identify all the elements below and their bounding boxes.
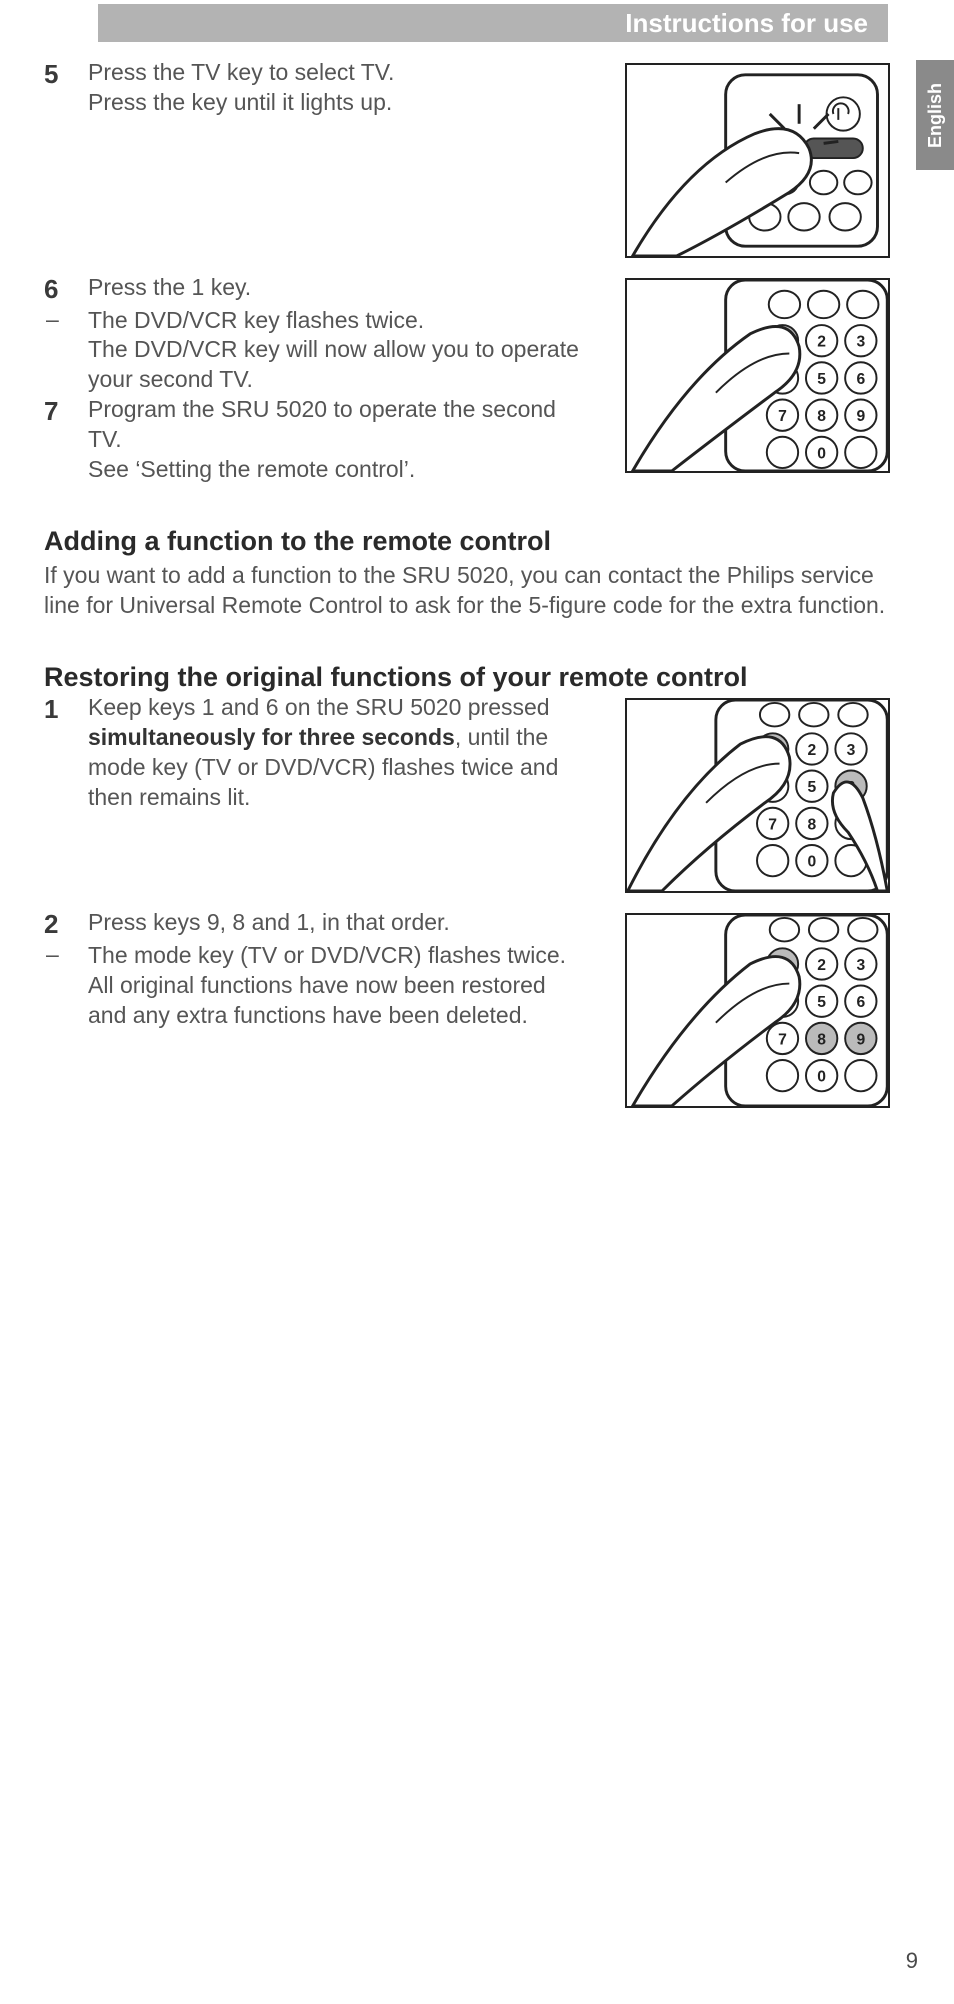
svg-text:2: 2 <box>817 334 826 351</box>
step-6-7-group: 6 Press the 1 key. – The DVD/VCR key fla… <box>44 273 914 485</box>
step-6-line1: Press the 1 key. <box>88 273 584 303</box>
svg-text:0: 0 <box>808 854 817 871</box>
svg-text:3: 3 <box>856 334 865 351</box>
step-5-text: Press the TV key to select TV. Press the… <box>88 58 584 118</box>
step-5-group: 5 Press the TV key to select TV. Press t… <box>44 58 914 273</box>
step-5-line2: Press the key until it lights up. <box>88 89 392 115</box>
para-adding-function: If you want to add a function to the SRU… <box>44 561 914 621</box>
svg-text:3: 3 <box>847 742 856 759</box>
svg-text:8: 8 <box>808 817 817 834</box>
svg-text:5: 5 <box>817 371 826 388</box>
illustration-tv-key <box>625 63 890 258</box>
step-7-text: Program the SRU 5020 to operate the seco… <box>88 395 584 485</box>
svg-text:9: 9 <box>856 408 865 425</box>
restore-s1-bold: simultaneously for three seconds <box>88 724 455 750</box>
svg-text:3: 3 <box>856 957 865 974</box>
step-6-text2: The DVD/VCR key flashes twice. The DVD/V… <box>88 306 584 396</box>
heading-adding-function: Adding a function to the remote control <box>44 525 914 557</box>
language-tab: English <box>916 60 954 170</box>
svg-text:7: 7 <box>778 1032 787 1049</box>
step-5-line1: Press the TV key to select TV. <box>88 59 394 85</box>
svg-text:7: 7 <box>778 408 787 425</box>
svg-text:6: 6 <box>856 994 865 1011</box>
svg-text:8: 8 <box>817 1032 826 1049</box>
illustration-keys-1-6: 1 2 3 4 5 6 7 8 9 <box>625 698 890 893</box>
svg-text:5: 5 <box>817 994 826 1011</box>
svg-text:6: 6 <box>856 371 865 388</box>
header-bar: Instructions for use <box>98 4 888 42</box>
step-number-7: 7 <box>44 395 88 428</box>
illustration-keys-981: 1 2 3 4 5 6 7 8 9 <box>625 913 890 1108</box>
heading-restoring: Restoring the original functions of your… <box>44 661 914 693</box>
restore-step-1-group: 1 Keep keys 1 and 6 on the SRU 5020 pres… <box>44 693 914 908</box>
svg-text:2: 2 <box>808 742 817 759</box>
step-7-line1: Program the SRU 5020 to operate the seco… <box>88 396 556 452</box>
restore-s2-line1: Press keys 9, 8 and 1, in that order. <box>88 908 584 938</box>
dash-bullet: – <box>44 306 88 333</box>
restore-s1-pre: Keep keys 1 and 6 on the SRU 5020 presse… <box>88 694 550 720</box>
restore-s2-text2: The mode key (TV or DVD/VCR) flashes twi… <box>88 941 584 1031</box>
step-6-line3: The DVD/VCR key will now allow you to op… <box>88 336 579 392</box>
svg-text:2: 2 <box>817 957 826 974</box>
restore-s2-line3: All original functions have now been res… <box>88 972 546 1028</box>
illustration-press-1: 1 2 3 4 5 6 7 8 9 0 <box>625 278 890 473</box>
page-content: 5 Press the TV key to select TV. Press t… <box>44 58 914 1113</box>
step-6-dash: The DVD/VCR key flashes twice. <box>88 307 424 333</box>
svg-text:0: 0 <box>817 445 826 462</box>
section-adding-function: Adding a function to the remote control … <box>44 525 914 621</box>
restore-step-1-num: 1 <box>44 693 88 726</box>
dash-bullet: – <box>44 941 88 968</box>
language-label: English <box>925 82 946 147</box>
svg-text:7: 7 <box>768 817 777 834</box>
restore-step-2-num: 2 <box>44 908 88 941</box>
step-number-5: 5 <box>44 58 88 91</box>
page-number: 9 <box>906 1948 918 1974</box>
section-restoring: Restoring the original functions of your… <box>44 661 914 1113</box>
restore-s2-dash: The mode key (TV or DVD/VCR) flashes twi… <box>88 942 566 968</box>
step-7-line2: See ‘Setting the remote control’. <box>88 456 415 482</box>
step-number-6: 6 <box>44 273 88 306</box>
restore-step-2-group: 2 Press keys 9, 8 and 1, in that order. … <box>44 908 914 1113</box>
svg-text:9: 9 <box>856 1032 865 1049</box>
svg-text:8: 8 <box>817 408 826 425</box>
svg-text:0: 0 <box>817 1069 826 1086</box>
restore-step-1-text: Keep keys 1 and 6 on the SRU 5020 presse… <box>88 693 584 813</box>
header-title: Instructions for use <box>625 8 868 39</box>
svg-text:5: 5 <box>808 779 817 796</box>
